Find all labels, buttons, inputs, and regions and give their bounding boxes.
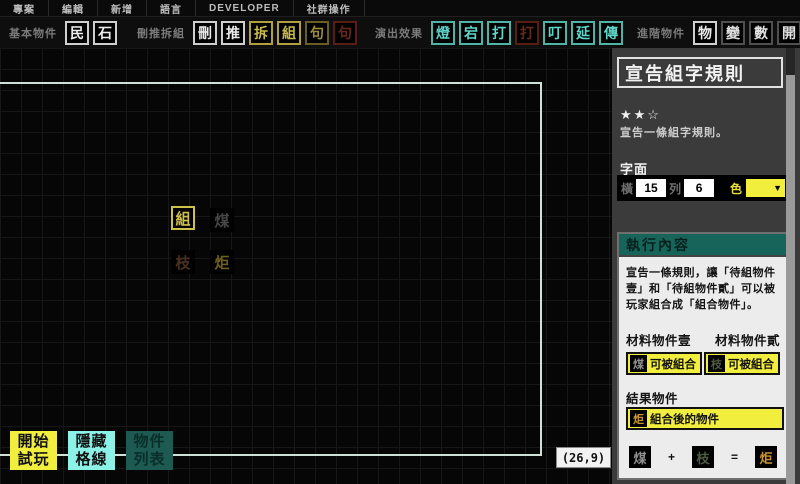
tile-button-ding[interactable]: 叮 [543,21,567,45]
tile-button-transmit[interactable]: 傳 [599,21,623,45]
menu-item-community[interactable]: 社群操作 [294,0,365,16]
plus-sign: + [668,450,675,464]
difficulty-stars: ★★☆ [620,107,661,123]
tile-button-lamp[interactable]: 燈 [431,21,455,45]
execution-content-header: 執行內容 [619,234,787,257]
group-label-advanced: 進階物件 [637,25,685,41]
rule-properties-panel: 宣告組字規則 ★★☆ 宣告一條組字規則。 字面 橫 15 列 6 色 ▼ 執行內… [612,48,800,484]
group-label-effects: 演出效果 [375,25,423,41]
cursor-coordinate-readout: (26,9) [556,447,611,468]
menu-bar: 專案 編輯 新增 語言 DEVELOPER 社群操作 [0,0,800,17]
material-two-slot[interactable]: 枝 可被組合 [704,352,780,375]
combination-equation: 煤 + 枝 = 炬 [626,446,780,468]
tile-button-break[interactable]: 拆 [249,21,273,45]
tile-button-hit-dim[interactable]: 打 [515,21,539,45]
equation-branch-tile: 枝 [692,446,714,468]
tile-button-delay[interactable]: 延 [571,21,595,45]
equation-torch-tile: 炬 [755,446,777,468]
tile-button-sentence-1[interactable]: 句 [305,21,329,45]
tile-button-stone[interactable]: 石 [93,21,117,45]
editor-window: 專案 編輯 新增 語言 DEVELOPER 社群操作 基本物件 民 石 刪推拆組… [0,0,800,484]
canvas-tile-group-selected[interactable]: 組 [171,206,195,230]
rows-input[interactable]: 6 [684,179,714,197]
execution-content-panel: 執行內容 宣告一條規則，讓「待組物件壹」和「待組物件貳」可以被玩家組合成「組合物… [617,232,789,480]
material-two-label: 材料物件貳 [715,330,780,349]
tile-button-push[interactable]: 推 [221,21,245,45]
object-list-line1: 物件 [133,433,165,451]
coal-tile-icon: 煤 [630,355,647,372]
face-dimensions-bar: 橫 15 列 6 色 ▼ [617,175,789,201]
equation-coal-tile: 煤 [629,446,651,468]
canvas-tile-branch[interactable]: 枝 [171,250,195,274]
color-dropdown[interactable]: ▼ [746,179,785,197]
columns-label: 橫 [621,180,633,197]
hide-gridlines-button[interactable]: 隱藏 格線 [68,431,115,470]
tile-button-number[interactable]: 數 [749,21,773,45]
panel-scrollbar-thumb[interactable] [786,75,795,484]
object-list-button[interactable]: 物件 列表 [126,431,173,470]
result-object-text: 組合後的物件 [650,411,719,427]
hide-gridlines-line2: 格線 [75,451,107,469]
rule-title: 宣告組字規則 [617,57,783,88]
menu-item-language[interactable]: 語言 [147,0,196,16]
result-object-label: 結果物件 [626,388,780,407]
tile-button-open[interactable]: 開 [777,21,800,45]
menu-item-project[interactable]: 專案 [0,0,49,16]
object-list-line2: 列表 [133,451,165,469]
result-object-slot[interactable]: 炬 組合後的物件 [626,407,784,430]
rule-description: 宣告一條規則，讓「待組物件壹」和「待組物件貳」可以被玩家組合成「組合物件」。 [626,265,780,313]
tile-toolbar: 基本物件 民 石 刪推拆組 刪 推 拆 組 句 句 演出效果 燈 宕 打 打 叮… [0,17,800,48]
menu-item-edit[interactable]: 編輯 [49,0,98,16]
level-canvas[interactable]: 組 煤 枝 炬 開始 試玩 隱藏 格線 物件 列表 (26,9) [0,48,612,484]
start-playtest-line2: 試玩 [17,451,49,469]
equals-sign: = [731,450,738,464]
tile-button-group[interactable]: 組 [277,21,301,45]
canvas-tile-torch[interactable]: 炬 [210,250,234,274]
hide-gridlines-line1: 隱藏 [75,433,107,451]
branch-tile-icon: 枝 [708,355,725,372]
canvas-tile-coal[interactable]: 煤 [210,208,234,232]
start-playtest-line1: 開始 [17,433,49,451]
group-label-verbs: 刪推拆組 [137,25,185,41]
level-boundary [0,82,542,456]
chevron-down-icon: ▼ [773,183,782,193]
material-one-label: 材料物件壹 [626,330,691,349]
material-two-text: 可被組合 [728,356,774,372]
rule-subtitle: 宣告一條組字規則。 [620,124,728,140]
execution-content-body: 宣告一條規則，讓「待組物件壹」和「待組物件貳」可以被玩家組合成「組合物件」。 材… [619,257,787,476]
group-label-basic-objects: 基本物件 [9,25,57,41]
rows-label: 列 [669,180,681,197]
color-label: 色 [730,180,742,197]
tile-button-variable[interactable]: 變 [721,21,745,45]
menu-item-developer[interactable]: DEVELOPER [196,0,294,16]
menu-item-new[interactable]: 新增 [98,0,147,16]
columns-input[interactable]: 15 [636,179,666,197]
material-one-text: 可被組合 [650,356,696,372]
torch-tile-icon: 炬 [630,410,647,427]
tile-button-dang[interactable]: 宕 [459,21,483,45]
tile-button-object[interactable]: 物 [693,21,717,45]
tile-button-hit[interactable]: 打 [487,21,511,45]
tile-button-delete[interactable]: 刪 [193,21,217,45]
start-playtest-button[interactable]: 開始 試玩 [10,431,57,470]
tile-button-min[interactable]: 民 [65,21,89,45]
material-one-slot[interactable]: 煤 可被組合 [626,352,702,375]
tile-button-sentence-2[interactable]: 句 [333,21,357,45]
